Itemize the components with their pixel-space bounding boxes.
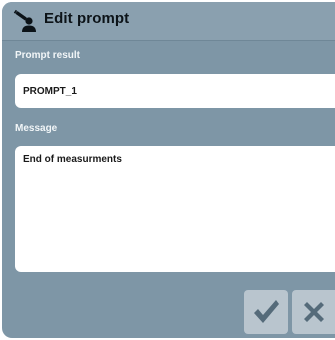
cancel-button[interactable] <box>292 290 335 334</box>
message-label: Message <box>15 123 58 134</box>
dialog-title: Edit prompt <box>44 10 130 27</box>
prompt-result-label: Prompt result <box>15 50 81 61</box>
confirm-button[interactable] <box>244 290 288 334</box>
edit-prompt-dialog: Edit prompt Prompt result Message End of… <box>2 2 335 338</box>
message-textarea[interactable]: End of measurments <box>15 146 335 272</box>
close-icon <box>300 298 328 326</box>
title-bar: Edit prompt <box>2 2 335 41</box>
user-pencil-icon <box>12 8 38 34</box>
prompt-result-input[interactable] <box>15 74 335 108</box>
checkmark-icon <box>251 298 281 326</box>
